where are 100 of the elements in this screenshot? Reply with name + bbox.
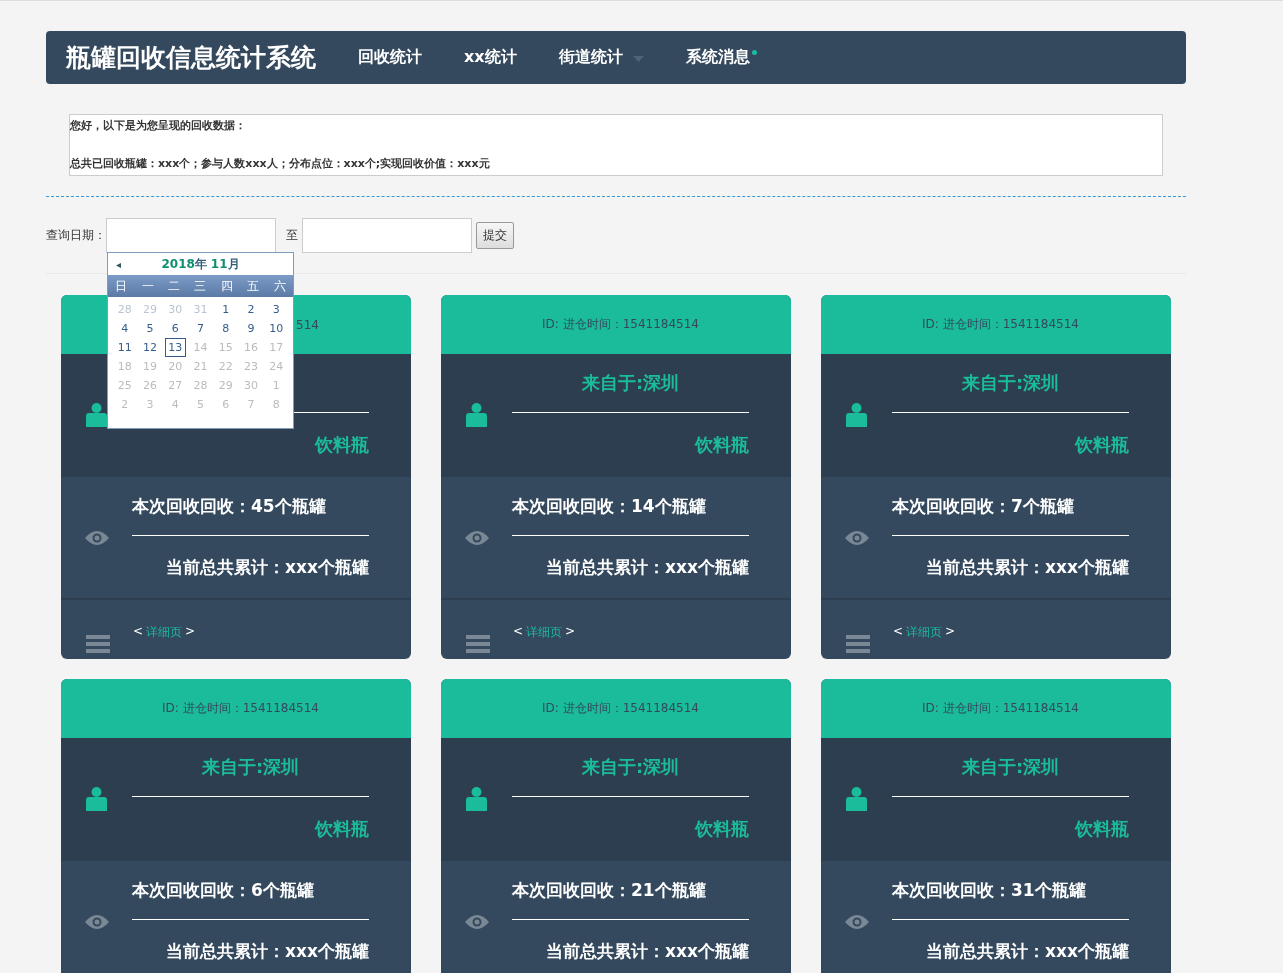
eye-icon: [464, 913, 489, 930]
origin-text: 来自于:深圳: [961, 755, 1060, 779]
weekday-label: 一: [140, 277, 155, 295]
calendar-day: 30: [162, 300, 188, 319]
calendar-day: 14: [187, 338, 214, 357]
bottle-type-text: 饮料瓶: [1075, 817, 1129, 841]
weekday-label: 六: [272, 277, 287, 295]
menu-icon[interactable]: [466, 635, 490, 653]
this-collection-text: 本次回收回收：21个瓶罐: [512, 878, 706, 902]
greeting-text: 您好，以下是为您呈现的回收数据：: [70, 118, 247, 133]
detail-link[interactable]: 详细页: [906, 624, 943, 640]
id-time-text: ID: 进仓时间：1541184514: [922, 316, 1079, 333]
menu-icon[interactable]: [86, 635, 110, 653]
stats-text: 总共已回收瓶罐：xxx个；参与人数xxx人；分布点位：xxx个;实现回收价值：xxx元: [70, 156, 491, 171]
total-text: 当前总共累计：xxx个瓶罐: [546, 555, 749, 579]
this-collection-text: 本次回收回收：14个瓶罐: [512, 494, 706, 518]
bracket-text: <: [893, 624, 904, 640]
bottle-type-text: 饮料瓶: [695, 817, 749, 841]
person-icon: [86, 787, 107, 812]
this-collection-text: 本次回收回收：31个瓶罐: [892, 878, 1086, 902]
calendar-day[interactable]: 4: [112, 319, 138, 338]
separator-text: 至: [286, 227, 298, 244]
calendar-day[interactable]: 10: [263, 319, 289, 338]
total-text: 当前总共累计：xxx个瓶罐: [546, 939, 749, 963]
total-text: 当前总共累计：xxx个瓶罐: [166, 555, 369, 579]
total-text: 当前总共累计：xxx个瓶罐: [166, 939, 369, 963]
calendar-day[interactable]: 6: [162, 319, 188, 338]
calendar-day[interactable]: 9: [238, 319, 264, 338]
weekday-label: 五: [246, 277, 261, 295]
eye-icon: [84, 529, 109, 546]
calendar-day: 15: [213, 338, 239, 357]
calendar-day[interactable]: 7: [187, 319, 214, 338]
calendar-day[interactable]: 8: [213, 319, 239, 338]
id-time-text: ID: 进仓时间：1541184514: [922, 700, 1079, 717]
calendar-day[interactable]: 3: [263, 300, 289, 319]
calendar-day: 28: [112, 300, 138, 319]
calendar-day: 5: [187, 395, 214, 414]
submit-button[interactable]: 提交: [476, 222, 514, 249]
eye-icon: [464, 529, 489, 546]
nav-link[interactable]: xx统计: [444, 47, 537, 68]
calendar-day[interactable]: 1: [213, 300, 239, 319]
bracket-text: >: [945, 624, 956, 640]
menu-icon[interactable]: [846, 635, 870, 653]
person-icon: [846, 787, 867, 812]
calendar-day: 22: [213, 357, 239, 376]
calendar-day: 27: [162, 376, 188, 395]
calendar-day[interactable]: 11: [112, 338, 138, 357]
calendar-day[interactable]: 12: [137, 338, 163, 357]
calendar-day: 24: [263, 357, 289, 376]
weekday-label: 四: [219, 277, 234, 295]
calendar-day: 17: [263, 338, 289, 357]
calendar-day: 21: [187, 357, 214, 376]
total-text: 当前总共累计：xxx个瓶罐: [926, 939, 1129, 963]
origin-text: 来自于:深圳: [581, 755, 680, 779]
detail-link[interactable]: 详细页: [526, 624, 563, 640]
bracket-text: >: [565, 624, 576, 640]
calendar-day: 29: [137, 300, 163, 319]
calendar-day: 1: [263, 376, 289, 395]
origin-text: 来自于:深圳: [201, 755, 300, 779]
weekday-label: 三: [193, 277, 208, 295]
year-unit-text: 年: [194, 256, 207, 271]
calendar-day: 25: [112, 376, 138, 395]
detail-link[interactable]: 详细页: [146, 624, 183, 640]
calendar-day[interactable]: 13: [164, 338, 186, 357]
calendar-day: 29: [213, 376, 239, 395]
person-icon: [466, 403, 487, 428]
this-collection-text: 本次回收回收：7个瓶罐: [892, 494, 1074, 518]
calendar-day[interactable]: 5: [137, 319, 163, 338]
previous-month-icon[interactable]: ◂: [116, 258, 122, 270]
calendar-day: 4: [162, 395, 188, 414]
notification-dot-icon: [751, 50, 757, 55]
calendar-day: 2: [112, 395, 138, 414]
end-date-field[interactable]: [302, 218, 472, 253]
bottle-type-text: 饮料瓶: [315, 817, 369, 841]
calendar-day: 16: [238, 338, 264, 357]
this-collection-text: 本次回收回收：45个瓶罐: [132, 494, 326, 518]
person-icon: [466, 787, 487, 812]
start-date-field[interactable]: [106, 218, 276, 253]
nav-link[interactable]: 回收统计: [338, 47, 442, 68]
nav-link[interactable]: 系统消息: [665, 47, 777, 68]
bottle-type-text: 饮料瓶: [315, 433, 369, 457]
query-date-label: 查询日期：: [46, 227, 106, 244]
calendar-day: 31: [187, 300, 214, 319]
id-time-text: ID: 进仓时间：1541184514: [162, 700, 319, 717]
calendar-day: 3: [137, 395, 163, 414]
month-text: 11: [210, 256, 228, 271]
eye-icon: [844, 913, 869, 930]
total-text: 当前总共累计：xxx个瓶罐: [926, 555, 1129, 579]
id-time-text: ID: 进仓时间：1541184514: [542, 700, 699, 717]
year-text: 2018: [161, 256, 195, 271]
calendar-day: 28: [187, 376, 214, 395]
this-collection-text: 本次回收回收：6个瓶罐: [132, 878, 314, 902]
weekday-label: 二: [167, 277, 182, 295]
calendar-day: 30: [238, 376, 264, 395]
nav-link[interactable]: 街道统计: [538, 47, 664, 68]
calendar-day: 20: [162, 357, 188, 376]
calendar-day: 7: [238, 395, 264, 414]
calendar-day[interactable]: 2: [238, 300, 264, 319]
brand-title[interactable]: 瓶罐回收信息统计系统: [66, 41, 316, 74]
bottle-type-text: 饮料瓶: [1075, 433, 1129, 457]
